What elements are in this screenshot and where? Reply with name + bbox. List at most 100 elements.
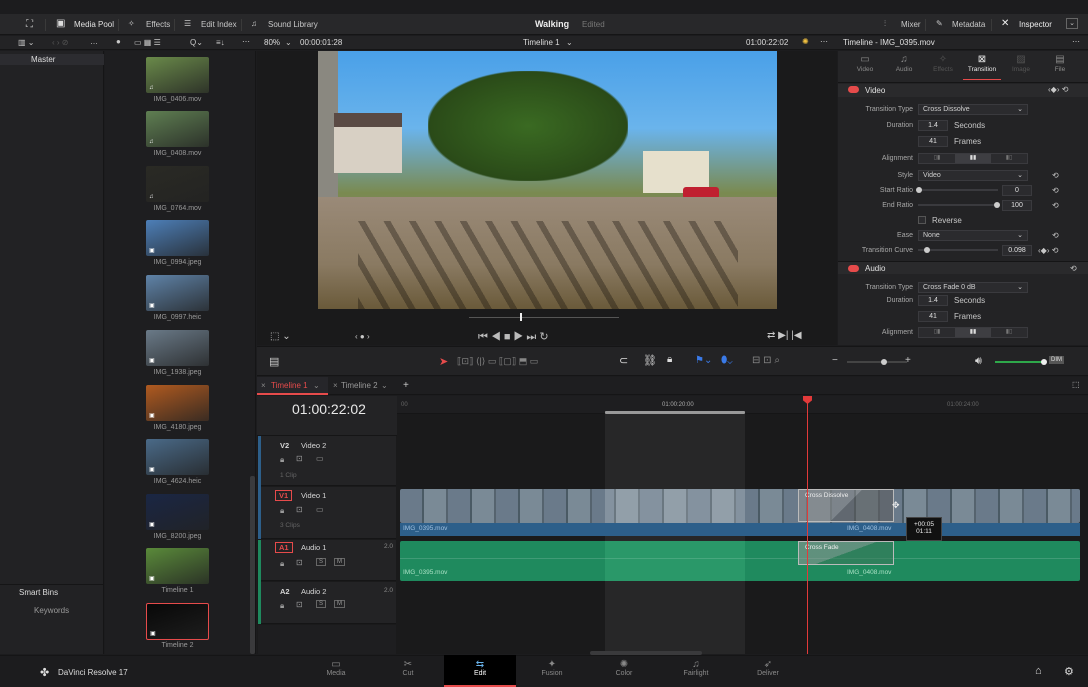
audio-reset-icon[interactable]: ⟲ xyxy=(1070,264,1077,273)
collapse-icon[interactable]: ⌄ xyxy=(1066,18,1078,29)
end-ratio-field[interactable]: 100 xyxy=(1002,199,1032,211)
inspector-tab-transition[interactable]: ⊠ Transition xyxy=(963,54,1001,80)
bin-master[interactable]: Master xyxy=(31,55,55,64)
track-name-v2[interactable]: Video 2 xyxy=(301,441,326,450)
auto-select-icon[interactable]: ⊡ xyxy=(296,600,303,609)
effects-button[interactable]: Effects xyxy=(146,20,170,29)
page-button-deliver[interactable]: ➶ Deliver xyxy=(732,655,804,687)
page-button-fairlight[interactable]: ♫ Fairlight xyxy=(660,655,732,687)
inspector-tab-audio[interactable]: ♫ Audio xyxy=(885,54,923,80)
close-tab-icon[interactable]: × xyxy=(261,381,266,390)
media-thumbnail[interactable]: ▣ xyxy=(146,603,209,640)
track-lock-icon[interactable]: 🔒︎ xyxy=(280,506,284,516)
audio-duration-seconds-field[interactable]: 1.4 xyxy=(918,294,948,306)
duration-seconds-field[interactable]: 1.4 xyxy=(918,119,948,131)
track-id-v1[interactable]: V1 xyxy=(275,490,293,501)
sound-library-icon[interactable]: ♫ xyxy=(251,19,257,28)
auto-select-icon[interactable]: ⊡ xyxy=(296,454,303,463)
track-lock-icon[interactable]: 🔒︎ xyxy=(280,601,284,611)
scrub-handle[interactable] xyxy=(520,313,522,321)
media-thumbnail[interactable]: ♫ xyxy=(146,166,209,202)
start-ratio-slider[interactable] xyxy=(916,187,998,193)
start-ratio-reset-icon[interactable]: ⟲ xyxy=(1052,186,1059,195)
media-pool-icon[interactable]: ▣ xyxy=(56,18,65,29)
audio-align-end-button[interactable]: ▯▮ xyxy=(919,327,955,337)
dim-button[interactable]: DIM xyxy=(1049,356,1064,364)
media-thumbnail[interactable]: ▣ xyxy=(146,220,209,256)
transition-type-dropdown[interactable]: Cross Dissolve ⌄ xyxy=(918,103,1028,115)
match-frame-icon[interactable]: ⇄ ▶| |◀ xyxy=(767,330,802,341)
inspector-tab-effects[interactable]: ✧ Effects xyxy=(924,54,962,80)
track-monitor-icon[interactable]: ▭ xyxy=(316,454,324,463)
style-reset-icon[interactable]: ⟲ xyxy=(1052,171,1059,180)
ease-dropdown[interactable]: None ⌄ xyxy=(918,229,1028,241)
mute-button[interactable]: M xyxy=(334,600,345,608)
audio-align-center-button[interactable]: ▮▮ xyxy=(955,327,991,337)
media-thumbnail[interactable]: ▣ xyxy=(146,494,209,530)
style-dropdown[interactable]: Video ⌄ xyxy=(918,169,1028,181)
audio-align-start-button[interactable]: ▮▯ xyxy=(991,327,1027,337)
auto-select-icon[interactable]: ⊡ xyxy=(296,558,303,567)
solo-button[interactable]: S xyxy=(316,600,327,608)
track-id-a1[interactable]: A1 xyxy=(275,542,293,553)
page-button-edit[interactable]: ⇆ Edit xyxy=(444,655,516,687)
playhead[interactable] xyxy=(807,397,808,654)
zoom-slider[interactable] xyxy=(847,359,907,365)
transform-icon[interactable]: ⬚ ⌄ xyxy=(270,331,291,342)
edit-tools-icon[interactable]: ⟦⊡⟧ ⟨|⟩ ▭ ⟦▢⟧ ⬒ ▭ xyxy=(457,356,538,367)
page-button-media[interactable]: ▭ Media xyxy=(300,655,372,687)
lock-icon[interactable]: 🔒︎ xyxy=(667,354,672,365)
media-thumbnail[interactable]: ▣ xyxy=(146,439,209,475)
media-pool-scrollbar[interactable] xyxy=(250,476,255,654)
jog-icon[interactable]: ‹ ● › xyxy=(355,332,370,341)
timeline-ruler[interactable]: 00 01:00:20:00 01:00:24:00 xyxy=(397,396,1088,414)
nav-back-forward-icon[interactable]: ‹ › ⊘ xyxy=(52,38,68,47)
page-button-color[interactable]: ✺ Color xyxy=(588,655,660,687)
edit-index-button[interactable]: Edit Index xyxy=(201,20,237,29)
keyframe-icon[interactable]: ‹◆› ⟲ xyxy=(1048,85,1068,94)
link-icon[interactable]: ⛓ xyxy=(643,354,657,367)
inspector-tab-file[interactable]: ▤ File xyxy=(1041,54,1079,80)
solo-button[interactable]: S xyxy=(316,558,327,566)
flag-icon[interactable]: ⚑⌄ xyxy=(695,355,712,366)
selection-tool-icon[interactable]: ➤ xyxy=(439,355,448,368)
inspector-icon[interactable]: ✕ xyxy=(1001,18,1009,29)
zoom-out-icon[interactable]: − xyxy=(832,355,838,366)
track-lock-icon[interactable]: 🔒︎ xyxy=(280,455,284,465)
video-transition[interactable]: Cross Dissolve xyxy=(798,489,894,522)
audio-transition[interactable]: Cross Fade xyxy=(798,541,894,565)
track-name-a2[interactable]: Audio 2 xyxy=(301,587,326,596)
dot-icon[interactable]: ● xyxy=(116,37,121,46)
home-icon[interactable]: ⌂ xyxy=(1035,665,1042,677)
effects-icon[interactable]: ✧ xyxy=(128,19,135,28)
zoom-in-icon[interactable]: + xyxy=(905,355,911,366)
media-thumbnail[interactable]: ▣ xyxy=(146,385,209,421)
add-tab-icon[interactable]: + xyxy=(403,380,409,391)
curve-keyframe-icon[interactable]: ‹◆› ⟲ xyxy=(1038,246,1058,255)
audio-duration-frames-field[interactable]: 41 xyxy=(918,310,948,322)
metadata-button[interactable]: Metadata xyxy=(952,20,985,29)
zoom-mode-icons[interactable]: ⊟ ⊡ ⌕ xyxy=(752,355,780,366)
tab-overflow-icon[interactable]: ⬚ xyxy=(1072,380,1080,389)
audio-transition-type-dropdown[interactable]: Cross Fade 0 dB ⌄ xyxy=(918,281,1028,293)
workspace-icon[interactable]: ⛶ xyxy=(26,19,33,30)
mixer-icon[interactable]: ⫶ xyxy=(884,19,886,29)
video-enable-toggle[interactable] xyxy=(848,86,859,93)
viewer-timeline-name[interactable]: Timeline 1 xyxy=(523,38,560,47)
transport-controls[interactable]: ⏮ ◀ ■ ▶ ⏭ ↻ xyxy=(478,330,549,344)
scrub-bar[interactable] xyxy=(469,317,619,318)
reverse-checkbox[interactable] xyxy=(918,216,926,224)
track-name-v1[interactable]: Video 1 xyxy=(301,491,326,500)
media-thumbnail[interactable]: ♫ xyxy=(146,57,209,93)
auto-select-icon[interactable]: ⊡ xyxy=(296,505,303,514)
media-thumbnail[interactable]: ♫ xyxy=(146,111,209,147)
timeline-view-icon[interactable]: ▤ xyxy=(269,355,279,368)
options-icon[interactable]: ⋯ xyxy=(242,37,250,46)
transition-curve-slider[interactable] xyxy=(918,247,998,253)
align-end-button[interactable]: ▯▮ xyxy=(919,153,955,163)
inspector-button[interactable]: Inspector xyxy=(1019,20,1052,29)
bin-keywords[interactable]: Keywords xyxy=(34,606,69,615)
inspector-tab-image[interactable]: ▨ Image xyxy=(1002,54,1040,80)
tab-timeline-2[interactable]: × Timeline 2 ⌄ xyxy=(329,377,395,395)
zoom-chevron-icon[interactable]: ⌄ xyxy=(285,38,292,47)
